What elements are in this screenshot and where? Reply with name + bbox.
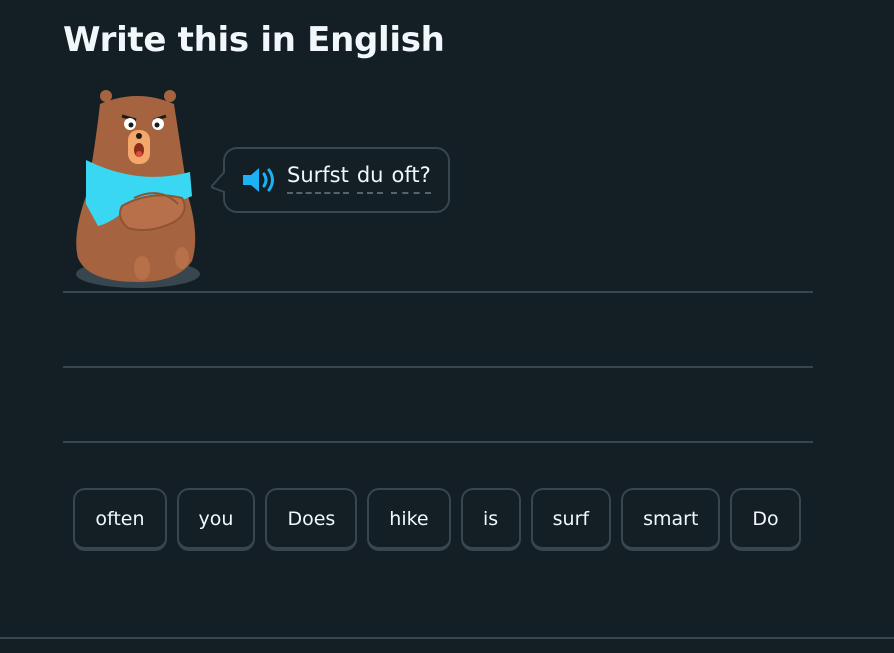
word-tile-hike[interactable]: hike xyxy=(367,488,451,551)
page-title: Write this in English xyxy=(63,20,445,60)
word-tile-often[interactable]: often xyxy=(73,488,167,551)
word-tile-does[interactable]: Does xyxy=(265,488,358,551)
bear-character-icon xyxy=(76,90,200,288)
word-tile-smart[interactable]: smart xyxy=(621,488,721,551)
speech-bubble-tail xyxy=(211,169,231,193)
answer-line xyxy=(63,441,813,443)
answer-line xyxy=(63,291,813,293)
word-tile-you[interactable]: you xyxy=(176,488,256,551)
word-tile-surf[interactable]: surf xyxy=(530,488,612,551)
speaker-icon[interactable] xyxy=(241,165,277,195)
answer-line xyxy=(63,366,813,368)
prompt-word[interactable]: du xyxy=(356,164,384,194)
prompt-word[interactable]: Surfst xyxy=(287,164,349,194)
prompt-word[interactable]: oft? xyxy=(391,164,431,194)
word-tile-do[interactable]: Do xyxy=(730,488,801,551)
footer-divider xyxy=(0,637,894,639)
word-bank: often you Does hike is surf smart Do xyxy=(0,488,874,551)
prompt-phrase: Surfst du oft? xyxy=(287,164,431,194)
speech-bubble: Surfst du oft? xyxy=(211,147,450,213)
word-tile-is[interactable]: is xyxy=(460,488,521,551)
